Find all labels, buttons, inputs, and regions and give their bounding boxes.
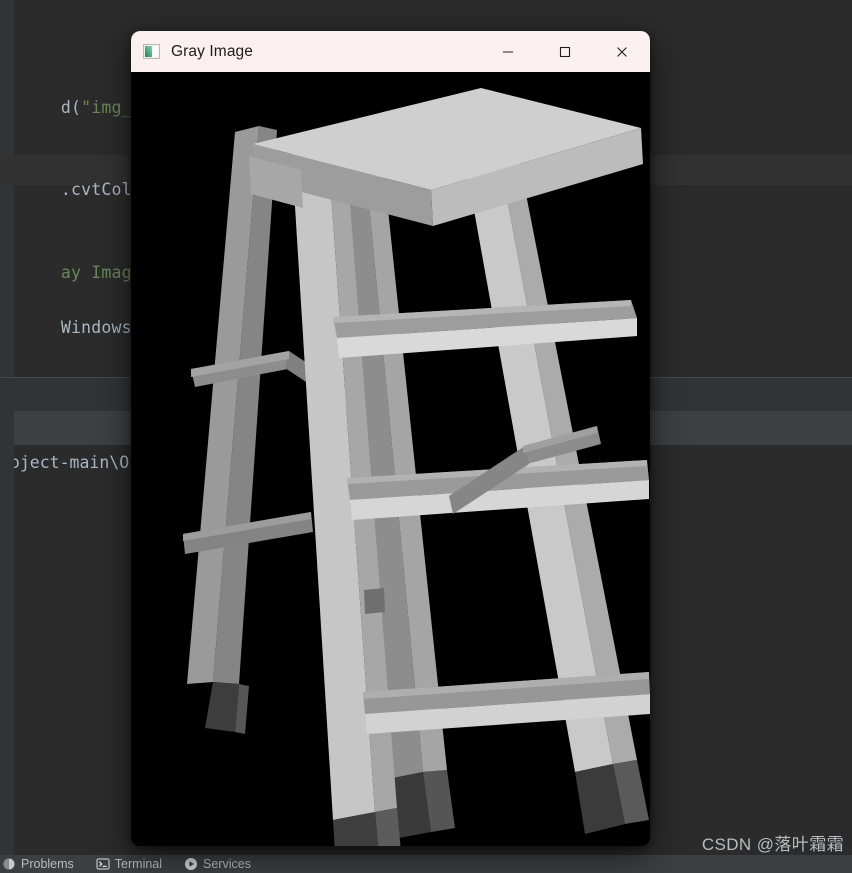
code-token: d( <box>60 98 82 117</box>
tool-window-sidebar-strip <box>0 378 14 855</box>
status-item-terminal[interactable]: Terminal <box>96 857 162 871</box>
window-titlebar[interactable]: Gray Image <box>131 31 650 72</box>
window-controls <box>479 31 650 72</box>
status-item-label: Problems <box>21 857 74 871</box>
terminal-icon <box>96 857 110 871</box>
status-bar: Problems Terminal Services <box>0 855 852 873</box>
csdn-watermark: CSDN @落叶霜霜 <box>701 835 844 854</box>
status-item-services[interactable]: Services <box>184 857 251 871</box>
status-item-label: Services <box>203 857 251 871</box>
status-item-label: Terminal <box>114 857 163 871</box>
maximize-button[interactable] <box>536 31 593 72</box>
console-output-line: roject-main\O <box>0 453 130 472</box>
ladder-grayscale-image <box>131 72 650 846</box>
status-item-problems[interactable]: Problems <box>2 857 74 871</box>
gray-image-window[interactable]: Gray Image <box>131 31 650 846</box>
services-icon <box>184 857 198 871</box>
problems-icon <box>2 857 16 871</box>
image-window-icon <box>143 44 160 59</box>
minimize-button[interactable] <box>479 31 536 72</box>
window-title: Gray Image <box>171 42 253 60</box>
close-button[interactable] <box>593 31 650 72</box>
code-line-4: Windows() <box>0 298 152 358</box>
gray-image-canvas <box>131 72 650 846</box>
